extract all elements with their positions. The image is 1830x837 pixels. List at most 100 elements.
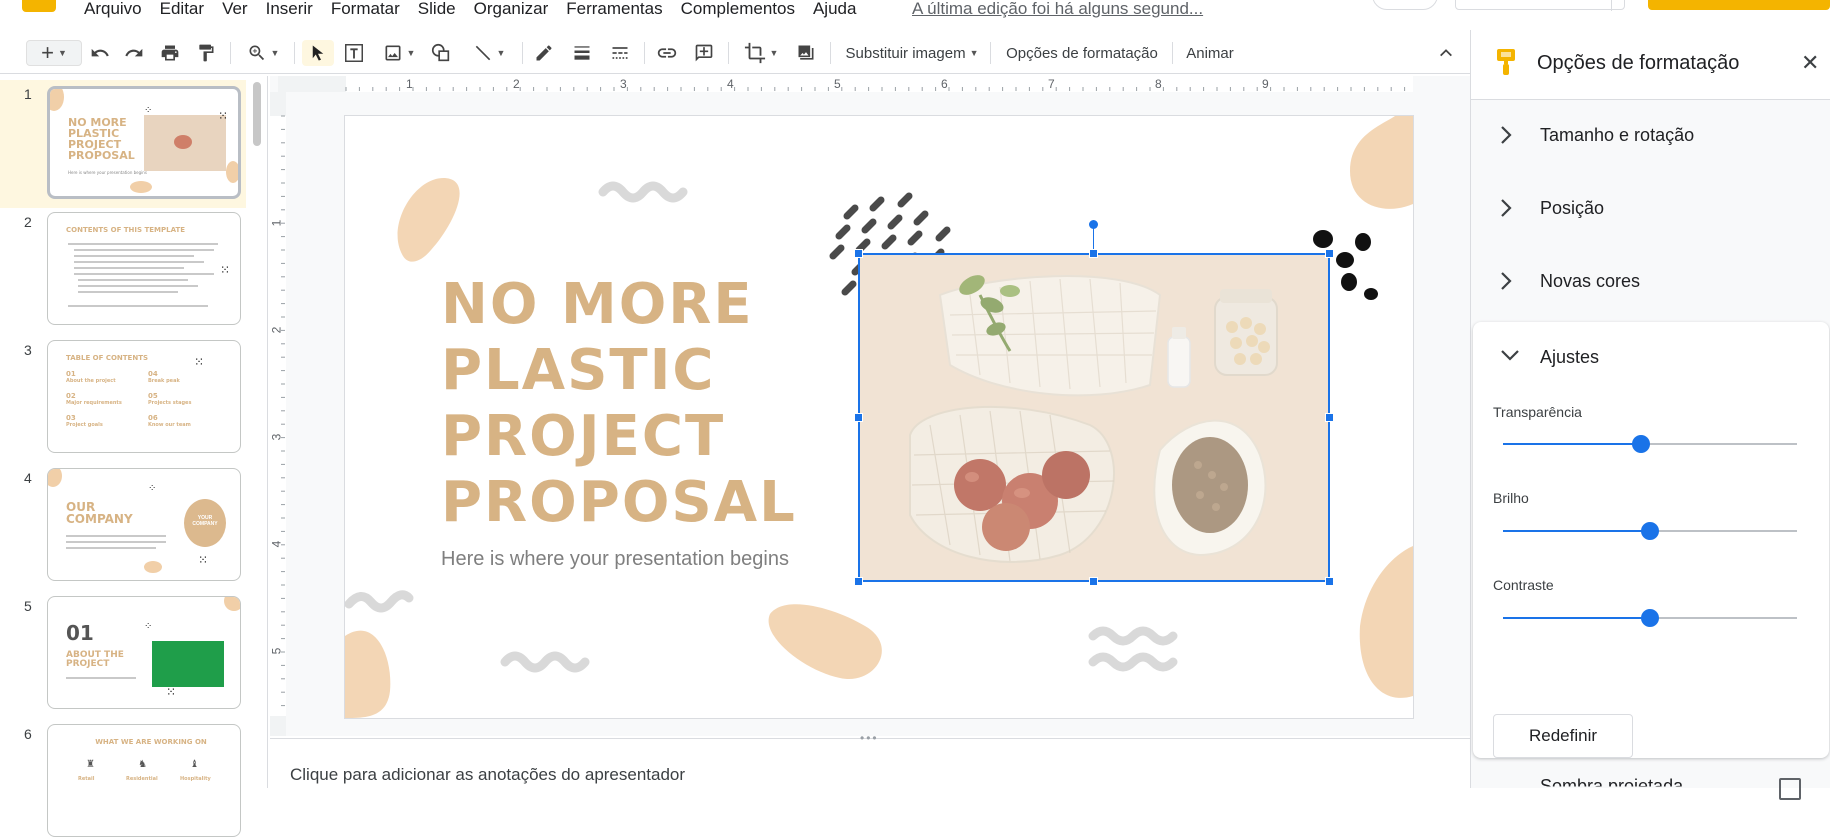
add-comment-icon xyxy=(695,44,713,62)
redo-button[interactable] xyxy=(120,40,148,66)
decor-blob xyxy=(144,561,162,573)
format-options-button[interactable]: Opções de formatação xyxy=(1002,40,1162,66)
menu-bar: Arquivo Editar Ver Inserir Formatar Slid… xyxy=(0,0,1830,26)
zoom-button[interactable]: ▼ xyxy=(238,40,288,66)
text-box-icon xyxy=(345,44,363,62)
slides-logo-icon[interactable] xyxy=(22,0,56,12)
thumb-title: WHAT WE ARE WORKING ON xyxy=(95,738,207,746)
menu-ferramentas[interactable]: Ferramentas xyxy=(566,0,662,18)
contrast-slider[interactable] xyxy=(1503,609,1797,627)
drop-shadow-checkbox[interactable] xyxy=(1779,778,1801,800)
divider xyxy=(830,42,831,64)
share-button[interactable] xyxy=(1648,0,1830,10)
insert-comment-button[interactable] xyxy=(690,40,718,66)
undo-button[interactable] xyxy=(86,40,114,66)
rotation-handle[interactable] xyxy=(1089,220,1098,229)
slider-thumb[interactable] xyxy=(1632,435,1651,453)
menu-complementos[interactable]: Complementos xyxy=(681,0,795,18)
plus-icon: + xyxy=(41,40,54,65)
notes-drag-handle[interactable]: ••• xyxy=(860,731,879,745)
line-button[interactable]: ▼ xyxy=(464,40,514,66)
text-line xyxy=(78,291,178,293)
resize-handle-sw[interactable] xyxy=(854,577,863,586)
close-icon[interactable]: ✕ xyxy=(1801,52,1819,74)
resize-handle-se[interactable] xyxy=(1325,577,1334,586)
resize-handle-n[interactable] xyxy=(1089,249,1098,258)
border-color-button[interactable] xyxy=(530,40,558,66)
divider xyxy=(990,42,991,64)
chevron-down-icon: ▼ xyxy=(57,48,67,58)
present-button[interactable] xyxy=(1455,0,1625,11)
select-tool-button[interactable] xyxy=(302,40,334,66)
brightness-slider[interactable] xyxy=(1503,522,1797,540)
chevron-right-icon xyxy=(1501,199,1512,217)
resize-handle-w[interactable] xyxy=(854,413,863,422)
print-button[interactable] xyxy=(156,40,184,66)
section-position[interactable]: Posição xyxy=(1471,173,1830,246)
slide-thumbnail-4[interactable]: OUR COMPANY YOUR COMPANY ⁘ ⁙ xyxy=(47,468,241,581)
section-label: Posição xyxy=(1540,198,1605,218)
resize-handle-e[interactable] xyxy=(1325,413,1334,422)
menu-inserir[interactable]: Inserir xyxy=(266,0,313,18)
reset-image-button[interactable] xyxy=(792,40,820,66)
insert-link-button[interactable] xyxy=(652,40,682,66)
border-weight-button[interactable] xyxy=(568,40,596,66)
vertical-ruler[interactable]: 1 2 3 4 5 xyxy=(269,92,286,736)
ruler-number: 4 xyxy=(269,540,284,548)
horizontal-ruler[interactable]: 1 2 3 4 5 6 7 8 9 xyxy=(278,76,1413,92)
resize-handle-ne[interactable] xyxy=(1325,249,1334,258)
menu-organizar[interactable]: Organizar xyxy=(474,0,549,18)
menu-slide[interactable]: Slide xyxy=(418,0,456,18)
replace-image-button[interactable]: Substituir imagem ▼ xyxy=(843,40,981,66)
divider xyxy=(522,42,523,64)
menu-formatar[interactable]: Formatar xyxy=(331,0,400,18)
resize-handle-s[interactable] xyxy=(1089,577,1098,586)
reset-button[interactable]: Redefinir xyxy=(1493,714,1633,758)
insert-image-button[interactable]: ▼ xyxy=(376,40,422,66)
chevron-down-icon: ▼ xyxy=(406,48,416,58)
menu-arquivo[interactable]: Arquivo xyxy=(84,0,142,18)
new-slide-button[interactable]: + ▼ xyxy=(26,40,82,66)
section-recolor[interactable]: Novas cores xyxy=(1471,246,1830,319)
slide-title[interactable]: NO MORE PLASTIC PROJECT PROPOSAL xyxy=(441,272,797,536)
text-line xyxy=(74,249,214,251)
section-drop-shadow[interactable]: Sombra projetada xyxy=(1471,768,1830,800)
dots-decor-icon: ⁘ xyxy=(148,483,157,494)
slide-thumbnail-3[interactable]: TABLE OF CONTENTS ⁙ 01 About the project… xyxy=(47,340,241,453)
text-box-button[interactable] xyxy=(340,40,368,66)
thumb-item: Hospitality xyxy=(180,776,211,782)
crop-button[interactable]: ▼ xyxy=(736,40,786,66)
last-edit-link[interactable]: A última edição foi há alguns segund... xyxy=(912,0,1203,18)
filmstrip-scrollbar[interactable] xyxy=(253,82,261,146)
slider-thumb[interactable] xyxy=(1641,522,1659,540)
border-dash-button[interactable] xyxy=(606,40,634,66)
crop-icon xyxy=(744,42,765,64)
house-icon: ♞ xyxy=(138,759,147,770)
slide-thumbnail-2[interactable]: CONTENTS OF THIS TEMPLATE ⁙ xyxy=(47,212,241,325)
section-size-rotation[interactable]: Tamanho e rotação xyxy=(1471,100,1830,173)
line-dash-icon xyxy=(612,47,628,59)
section-adjustments: Ajustes Transparência Brilho Contraste R… xyxy=(1473,322,1829,758)
slide-thumbnail-1[interactable]: NO MORE PLASTIC PROJECT PROPOSAL Here is… xyxy=(47,86,241,199)
menu-ajuda[interactable]: Ajuda xyxy=(813,0,856,18)
collapse-toolbar-button[interactable] xyxy=(1434,40,1458,66)
thumb-subtitle: Here is where your presentation begins xyxy=(68,170,147,175)
resize-handle-nw[interactable] xyxy=(854,249,863,258)
slide-subtitle[interactable]: Here is where your presentation begins xyxy=(441,548,789,571)
transparency-slider[interactable] xyxy=(1503,435,1797,453)
speaker-notes[interactable]: ••• Clique para adicionar as anotações d… xyxy=(270,731,1470,788)
paint-format-button[interactable] xyxy=(192,40,220,66)
toc-item: Project goals xyxy=(66,422,103,428)
slide-thumbnail-5[interactable]: 01 ABOUT THE PROJECT ⁘ ⁙ xyxy=(47,596,241,709)
shape-button[interactable] xyxy=(426,40,456,66)
slider-thumb[interactable] xyxy=(1641,609,1659,627)
slide-thumbnail-6[interactable]: WHAT WE ARE WORKING ON ♜ ♞ ♝ Retail Resi… xyxy=(47,724,241,837)
history-button[interactable] xyxy=(1372,0,1438,10)
menu-ver[interactable]: Ver xyxy=(222,0,248,18)
menu-editar[interactable]: Editar xyxy=(160,0,204,18)
animate-button[interactable]: Animar xyxy=(1182,40,1238,66)
dots-decor-icon: ⁘ xyxy=(144,621,153,632)
adjustments-header[interactable]: Ajustes xyxy=(1473,322,1830,395)
ruler-number: 1 xyxy=(406,77,413,91)
selection-box xyxy=(858,253,1330,582)
